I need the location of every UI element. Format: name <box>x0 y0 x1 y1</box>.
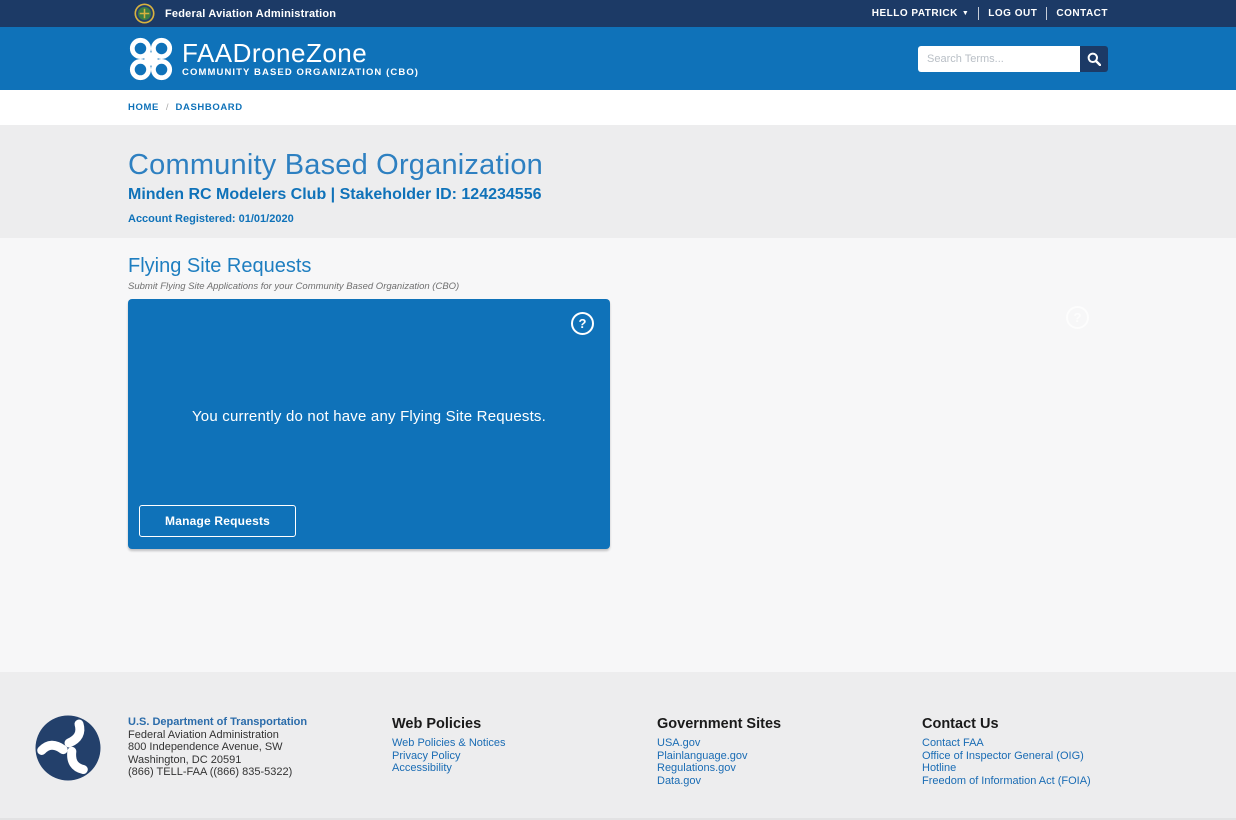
organization-info: Minden RC Modelers Club | Stakeholder ID… <box>128 186 1108 204</box>
empty-state-message: You currently do not have any Flying Sit… <box>128 408 610 425</box>
address-street: 800 Independence Avenue, SW <box>128 741 392 754</box>
contact-us-heading: Contact Us <box>922 716 1108 732</box>
drone-icon <box>128 36 174 82</box>
section-subtitle: Submit Flying Site Applications for your… <box>128 281 1108 292</box>
contact-faa-link[interactable]: Contact FAA <box>922 737 1108 750</box>
page-title-band: Community Based Organization Minden RC M… <box>0 125 1236 238</box>
help-icon[interactable]: ? <box>571 312 594 335</box>
dot-logo-icon <box>35 715 101 781</box>
flying-site-requests-card: ? You currently do not have any Flying S… <box>128 299 610 549</box>
web-policies-notices-link[interactable]: Web Policies & Notices <box>392 737 657 750</box>
usa-gov-link[interactable]: USA.gov <box>657 737 922 750</box>
divider <box>1046 7 1047 20</box>
search-input[interactable] <box>918 46 1080 72</box>
search-icon <box>1087 52 1101 66</box>
footer-government-sites-column: Government Sites USA.gov Plainlanguage.g… <box>657 716 922 787</box>
footer-address-column: U.S. Department of Transportation Federa… <box>128 716 392 787</box>
faa-seal-icon <box>134 3 155 24</box>
search-bar <box>918 46 1108 72</box>
faa-name: Federal Aviation Administration <box>128 729 392 742</box>
main-content: Flying Site Requests Submit Flying Site … <box>0 238 1236 672</box>
manage-requests-button[interactable]: Manage Requests <box>139 505 296 537</box>
user-menu-button[interactable]: HELLO PATRICK▼ <box>872 8 970 19</box>
dronezone-logo[interactable]: FAADroneZone COMMUNITY BASED ORGANIZATIO… <box>128 36 419 82</box>
breadcrumb-home[interactable]: HOME <box>128 102 159 113</box>
contact-link[interactable]: CONTACT <box>1056 8 1108 19</box>
web-policies-heading: Web Policies <box>392 716 657 732</box>
footer-web-policies-column: Web Policies Web Policies & Notices Priv… <box>392 716 657 787</box>
divider <box>978 7 979 20</box>
logo-title: FAADroneZone <box>182 40 419 66</box>
dot-name: U.S. Department of Transportation <box>128 716 392 729</box>
logo-subtitle: COMMUNITY BASED ORGANIZATION (CBO) <box>182 67 419 78</box>
site-header: FAADroneZone COMMUNITY BASED ORGANIZATIO… <box>0 27 1236 90</box>
breadcrumb-dashboard: DASHBOARD <box>176 102 243 113</box>
chevron-down-icon: ▼ <box>962 10 969 17</box>
privacy-policy-link[interactable]: Privacy Policy <box>392 750 657 763</box>
agency-name: Federal Aviation Administration <box>165 8 336 20</box>
data-gov-link[interactable]: Data.gov <box>657 775 922 788</box>
top-utility-bar: Federal Aviation Administration HELLO PA… <box>0 0 1236 27</box>
ghost-help-icon[interactable]: ? <box>1066 306 1089 329</box>
oig-hotline-link[interactable]: Office of Inspector General (OIG) Hotlin… <box>922 750 1108 775</box>
account-registered: Account Registered: 01/01/2020 <box>128 213 1108 225</box>
breadcrumb: HOME / DASHBOARD <box>0 90 1236 125</box>
foia-link[interactable]: Freedom of Information Act (FOIA) <box>922 775 1108 788</box>
government-sites-heading: Government Sites <box>657 716 922 732</box>
footer-contact-us-column: Contact Us Contact FAA Office of Inspect… <box>922 716 1108 787</box>
address-city: Washington, DC 20591 <box>128 754 392 767</box>
log-out-link[interactable]: LOG OUT <box>988 8 1037 19</box>
breadcrumb-separator: / <box>166 102 169 113</box>
page-title: Community Based Organization <box>128 149 1108 182</box>
plainlanguage-gov-link[interactable]: Plainlanguage.gov <box>657 750 922 763</box>
accessibility-link[interactable]: Accessibility <box>392 762 657 775</box>
phone-number: (866) TELL-FAA ((866) 835-5322) <box>128 766 392 779</box>
regulations-gov-link[interactable]: Regulations.gov <box>657 762 922 775</box>
section-title: Flying Site Requests <box>128 255 1108 278</box>
search-button[interactable] <box>1080 46 1108 72</box>
footer: U.S. Department of Transportation Federa… <box>0 672 1236 820</box>
